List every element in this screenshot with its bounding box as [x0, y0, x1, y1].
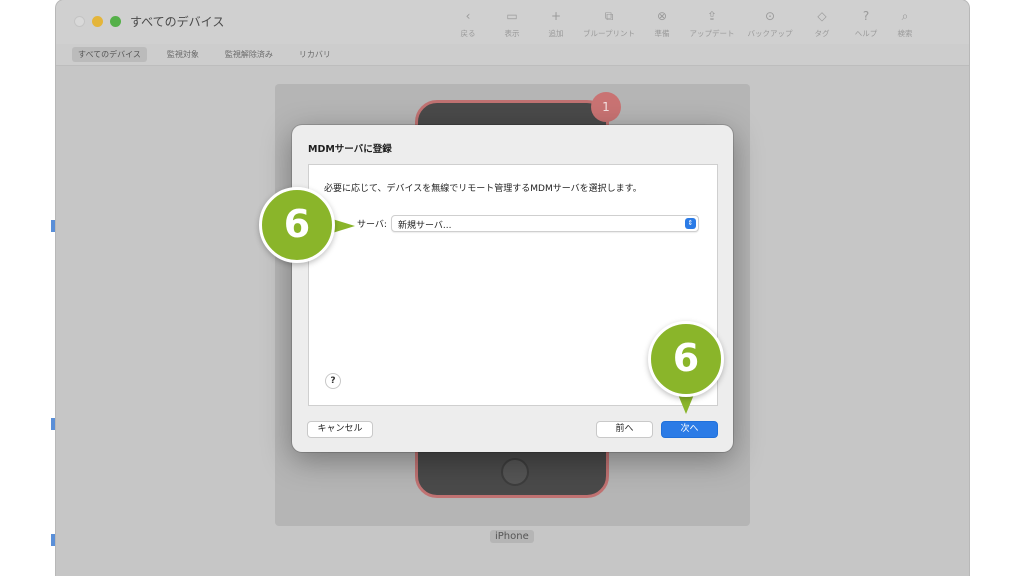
device-badge: 1 — [591, 92, 621, 122]
toolbar-update-button[interactable]: ⇪ アップデート — [684, 8, 740, 42]
close-window-button[interactable] — [74, 16, 85, 27]
server-label: サーバ: — [357, 220, 387, 230]
edge-marker — [51, 220, 55, 232]
help-icon: ? — [862, 9, 870, 23]
device-caption: iPhone — [490, 530, 534, 543]
tab-all-devices[interactable]: すべてのデバイス — [72, 47, 147, 62]
server-select[interactable]: 新規サーバ... ⇕ — [390, 215, 699, 232]
cancel-button[interactable]: キャンセル — [307, 421, 373, 438]
backup-icon: ⊙ — [764, 9, 776, 23]
dialog-title: MDMサーバに登録 — [308, 144, 392, 155]
help-button[interactable]: ? — [325, 373, 341, 389]
update-icon: ⇪ — [706, 9, 718, 23]
window-title: すべてのデバイス — [130, 15, 225, 29]
window-controls — [74, 16, 121, 27]
next-button[interactable]: 次へ — [661, 421, 718, 438]
tab-bar: すべてのデバイス 監視対象 監視解除済み リカバリ — [56, 44, 969, 66]
tab-recovery[interactable]: リカバリ — [293, 47, 337, 62]
tab-supervised[interactable]: 監視対象 — [161, 47, 205, 62]
minimize-window-button[interactable] — [92, 16, 103, 27]
mdm-dialog: MDMサーバに登録 必要に応じて、デバイスを無線でリモート管理するMDMサーバを… — [292, 125, 733, 452]
toolbar-add-button[interactable]: + 追加 — [534, 8, 578, 42]
prepare-icon: ⊗ — [656, 9, 668, 23]
toolbar-back-button[interactable]: ‹ 戻る — [446, 8, 490, 42]
server-row: サーバ: 新規サーバ... ⇕ — [357, 215, 699, 232]
tab-unsupervised[interactable]: 監視解除済み — [219, 47, 279, 62]
chevron-updown-icon: ⇕ — [684, 218, 696, 229]
search-icon: ⌕ — [901, 9, 909, 23]
toolbar-search-button[interactable]: ⌕ 検索 — [888, 8, 922, 42]
home-button-icon — [501, 458, 529, 486]
tag-icon: ◇ — [817, 9, 827, 23]
maximize-window-button[interactable] — [110, 16, 121, 27]
toolbar-blueprint-button[interactable]: ⧉ ブループリント — [578, 8, 640, 42]
blueprint-icon: ⧉ — [604, 9, 614, 23]
plus-icon: + — [550, 9, 562, 23]
title-bar: すべてのデバイス ‹ 戻る ▭ 表示 + 追加 ⧉ ブループリント ⊗ 準備 ⇪… — [56, 0, 969, 44]
screenshot-stage: すべてのデバイス ‹ 戻る ▭ 表示 + 追加 ⧉ ブループリント ⊗ 準備 ⇪… — [0, 0, 1024, 576]
toolbar-tag-button[interactable]: ◇ タグ — [800, 8, 844, 42]
chevron-left-icon: ‹ — [465, 9, 471, 23]
toolbar-help-button[interactable]: ? ヘルプ — [844, 8, 888, 42]
toolbar-prepare-button[interactable]: ⊗ 準備 — [640, 8, 684, 42]
toolbar: ‹ 戻る ▭ 表示 + 追加 ⧉ ブループリント ⊗ 準備 ⇪ アップデート ⊙… — [446, 8, 922, 42]
view-icon: ▭ — [506, 9, 518, 23]
toolbar-backup-button[interactable]: ⊙ バックアップ — [740, 8, 800, 42]
toolbar-view-button[interactable]: ▭ 表示 — [490, 8, 534, 42]
step-callout-server: 6 — [259, 187, 335, 263]
server-select-value: 新規サーバ... — [397, 221, 452, 231]
step-callout-next: 6 — [648, 321, 724, 397]
edge-marker — [51, 418, 55, 430]
back-button[interactable]: 前へ — [596, 421, 653, 438]
dialog-description: 必要に応じて、デバイスを無線でリモート管理するMDMサーバを選択します。 — [324, 184, 642, 194]
edge-marker — [51, 534, 55, 546]
